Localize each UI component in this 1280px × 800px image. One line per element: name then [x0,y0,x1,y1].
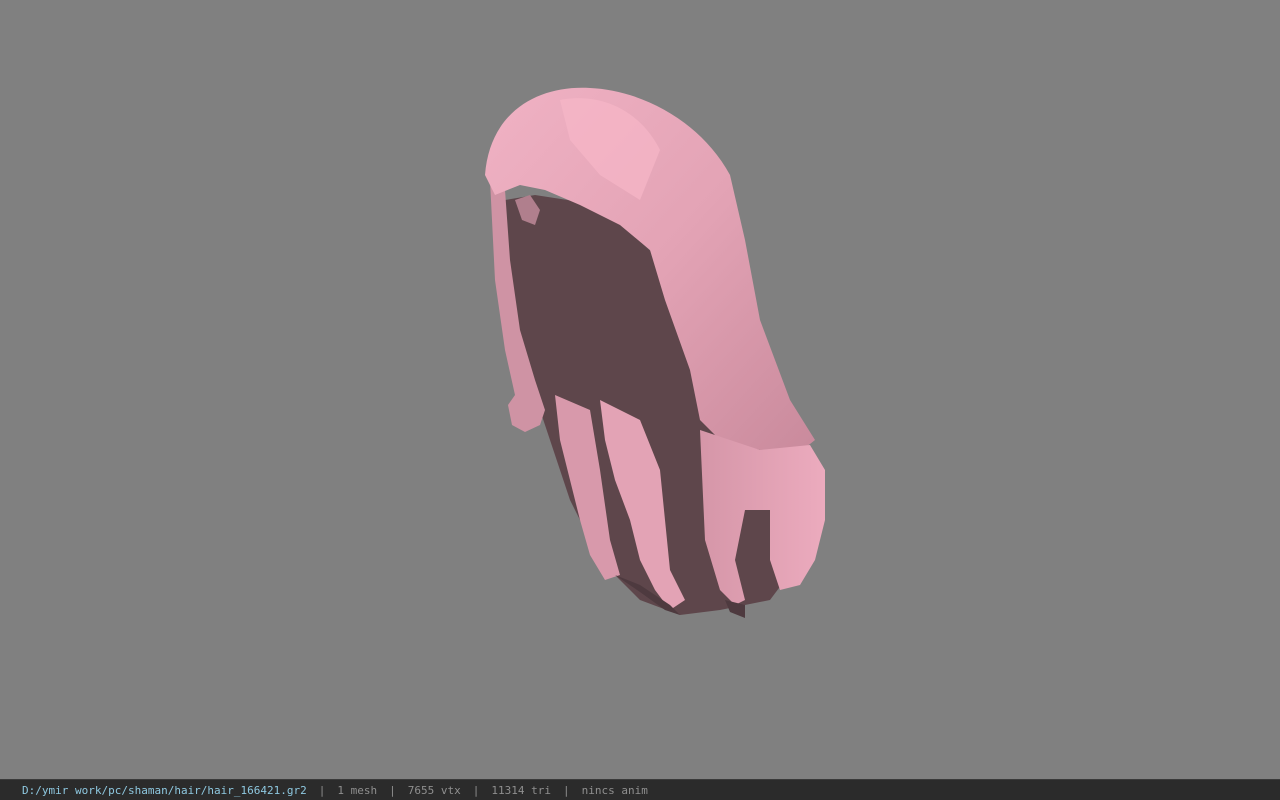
status-file-path: D:/ymir work/pc/shaman/hair/hair_166421.… [22,783,307,797]
status-separator: | [318,783,326,797]
status-separator: | [472,783,480,797]
status-vertex-count: 7655 vtx [407,783,461,797]
status-separator: | [389,783,396,797]
status-anim-status: nincs anim [581,783,648,797]
3d-viewport[interactable] [0,0,1280,779]
status-bar: D:/ymir work/pc/shaman/hair/hair_166421.… [0,779,1280,800]
status-separator: | [563,783,570,797]
status-triangle-count: 11314 tri [491,783,551,797]
status-mesh-count: 1 mesh [337,783,378,797]
hair-model-render [485,87,825,618]
